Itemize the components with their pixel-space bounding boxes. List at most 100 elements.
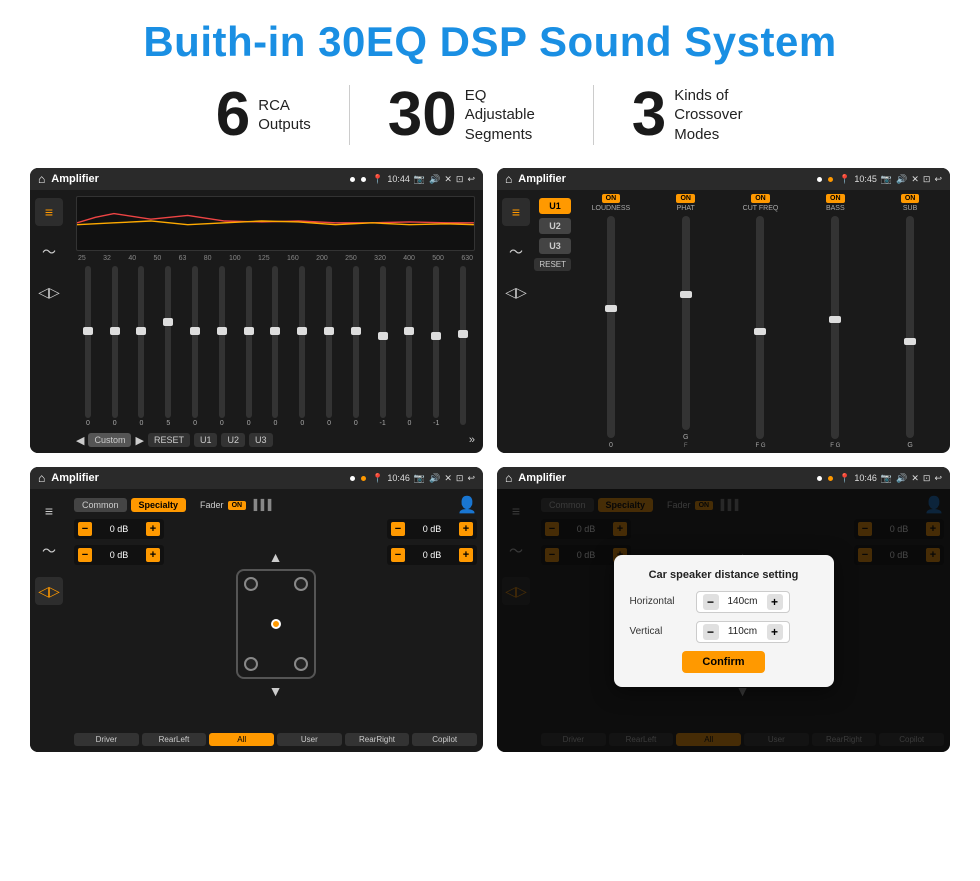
cx-icon-speaker[interactable]: ◁▷ — [502, 278, 530, 306]
fader-status-bar: ⌂ Amplifier 📍 10:46 📷 🔊 ✕ ⊡ ↩ — [30, 467, 483, 489]
vertical-label: Vertical — [630, 626, 690, 637]
sub-slider[interactable] — [906, 216, 914, 438]
fader-side-icons: ≡ 〜 ◁▷ — [30, 489, 68, 752]
expand-icon[interactable]: » — [469, 434, 475, 446]
horizontal-minus-btn[interactable]: − — [703, 594, 719, 610]
vol-tr-minus[interactable]: − — [391, 522, 405, 536]
vertical-minus-btn[interactable]: − — [703, 624, 719, 640]
next-arrow[interactable]: ▶ — [135, 434, 143, 447]
eq-sliders: 00050000000-10-1 — [76, 266, 475, 429]
user-btn[interactable]: User — [277, 733, 342, 746]
cx-icon-eq[interactable]: ≡ — [502, 198, 530, 226]
stat-crossover-label: Kinds of Crossover Modes — [674, 86, 764, 145]
status-dot-f2 — [361, 476, 366, 481]
eq-icon-active[interactable]: ≡ — [35, 198, 63, 226]
eq-app-title: Amplifier — [51, 173, 344, 185]
page-wrapper: Buith-in 30EQ DSP Sound System 6 RCA Out… — [0, 0, 980, 770]
preset-u1-btn[interactable]: U1 — [539, 198, 571, 214]
crossover-presets: U1 U2 U3 RESET — [539, 194, 571, 449]
vertical-plus-btn[interactable]: + — [767, 624, 783, 640]
dialog-time: 10:46 — [854, 473, 877, 483]
pin-icon-3: 📍 — [372, 473, 383, 484]
cx-icon-wave[interactable]: 〜 — [502, 238, 530, 266]
status-dot-cx-2 — [828, 177, 833, 182]
bass-on: ON — [826, 194, 845, 203]
vol-bl-plus[interactable]: + — [146, 548, 160, 562]
status-icons-eq: 📍 10:44 📷 🔊 ✕ ⊡ ↩ — [372, 174, 475, 185]
eq-side-icons: ≡ 〜 ◁▷ — [30, 190, 68, 453]
eq-u3-btn[interactable]: U3 — [249, 433, 273, 447]
fader-action-row: Driver RearLeft All User RearRight Copil… — [74, 733, 477, 746]
stats-row: 6 RCA Outputs 30 EQ Adjustable Segments … — [30, 84, 950, 146]
camera-icon-4: 📷 — [881, 473, 892, 484]
vol-bl-minus[interactable]: − — [78, 548, 92, 562]
eq-slider-4[interactable]: 0 — [183, 266, 207, 427]
preset-u2-btn[interactable]: U2 — [539, 218, 571, 234]
tab-common[interactable]: Common — [74, 498, 127, 512]
vol-tl-minus[interactable]: − — [78, 522, 92, 536]
fader-app-title: Amplifier — [51, 472, 344, 484]
eq-slider-8[interactable]: 0 — [290, 266, 314, 427]
status-dot-f1 — [350, 476, 355, 481]
horizontal-plus-btn[interactable]: + — [767, 594, 783, 610]
preset-u3-btn[interactable]: U3 — [539, 238, 571, 254]
vol-tr-val: 0 dB — [408, 524, 456, 534]
vol-tl-plus[interactable]: + — [146, 522, 160, 536]
eq-icon-wave[interactable]: 〜 — [35, 238, 63, 266]
home-icon-3[interactable]: ⌂ — [38, 471, 45, 485]
page-title: Buith-in 30EQ DSP Sound System — [30, 18, 950, 66]
eq-slider-0[interactable]: 0 — [76, 266, 100, 427]
prev-arrow[interactable]: ◀ — [76, 434, 84, 447]
eq-slider-9[interactable]: 0 — [317, 266, 341, 427]
dialog-vertical-row: Vertical − 110cm + — [630, 621, 818, 643]
phat-slider[interactable] — [682, 216, 690, 430]
driver-btn[interactable]: Driver — [74, 733, 139, 746]
eq-u1-btn[interactable]: U1 — [194, 433, 218, 447]
eq-slider-6[interactable]: 0 — [237, 266, 261, 427]
eq-slider-11[interactable]: -1 — [371, 266, 395, 427]
rearright-btn[interactable]: RearRight — [345, 733, 410, 746]
eq-custom-btn[interactable]: Custom — [88, 433, 131, 447]
dialog-box: Car speaker distance setting Horizontal … — [614, 555, 834, 687]
home-icon-4[interactable]: ⌂ — [505, 471, 512, 485]
home-icon[interactable]: ⌂ — [38, 172, 45, 186]
arrow-down-icon[interactable]: ▼ — [269, 683, 283, 699]
eq-slider-2[interactable]: 0 — [130, 266, 154, 427]
confirm-button[interactable]: Confirm — [682, 651, 764, 673]
fader-icon-wave[interactable]: 〜 — [35, 537, 63, 565]
tab-specialty[interactable]: Specialty — [131, 498, 187, 512]
eq-slider-12[interactable]: 0 — [398, 266, 422, 427]
fader-person-icon: 👤 — [457, 495, 477, 515]
status-dot-d1 — [817, 476, 822, 481]
eq-slider-3[interactable]: 5 — [156, 266, 180, 427]
rearleft-btn[interactable]: RearLeft — [142, 733, 207, 746]
pin-icon: 📍 — [372, 174, 383, 185]
loudness-slider[interactable] — [607, 216, 615, 438]
eq-slider-7[interactable]: 0 — [264, 266, 288, 427]
vol-tr-plus[interactable]: + — [459, 522, 473, 536]
eq-reset-btn[interactable]: RESET — [148, 433, 190, 447]
eq-slider-14[interactable] — [451, 266, 475, 427]
eq-u2-btn[interactable]: U2 — [221, 433, 245, 447]
stat-rca-label: RCA Outputs — [258, 96, 311, 135]
home-icon-2[interactable]: ⌂ — [505, 172, 512, 186]
eq-icon-speaker[interactable]: ◁▷ — [35, 278, 63, 306]
crossover-reset-btn[interactable]: RESET — [534, 258, 571, 271]
crossover-screen-content: ≡ 〜 ◁▷ U1 U2 U3 RESET ON LO — [497, 190, 950, 453]
phat-label: PHAT — [677, 205, 695, 212]
all-btn[interactable]: All — [209, 733, 274, 746]
bass-slider[interactable] — [831, 216, 839, 439]
fader-icon-eq[interactable]: ≡ — [35, 497, 63, 525]
vol-br-plus[interactable]: + — [459, 548, 473, 562]
fader-icon-speaker[interactable]: ◁▷ — [35, 577, 63, 605]
copilot-btn[interactable]: Copilot — [412, 733, 477, 746]
vol-br-minus[interactable]: − — [391, 548, 405, 562]
speaker-bl — [244, 657, 258, 671]
back-icon-3: ↩ — [467, 473, 475, 484]
eq-slider-13[interactable]: -1 — [424, 266, 448, 427]
arrow-up-icon[interactable]: ▲ — [269, 549, 283, 565]
eq-slider-1[interactable]: 0 — [103, 266, 127, 427]
eq-slider-5[interactable]: 0 — [210, 266, 234, 427]
cutfreq-slider[interactable] — [756, 216, 764, 439]
eq-slider-10[interactable]: 0 — [344, 266, 368, 427]
